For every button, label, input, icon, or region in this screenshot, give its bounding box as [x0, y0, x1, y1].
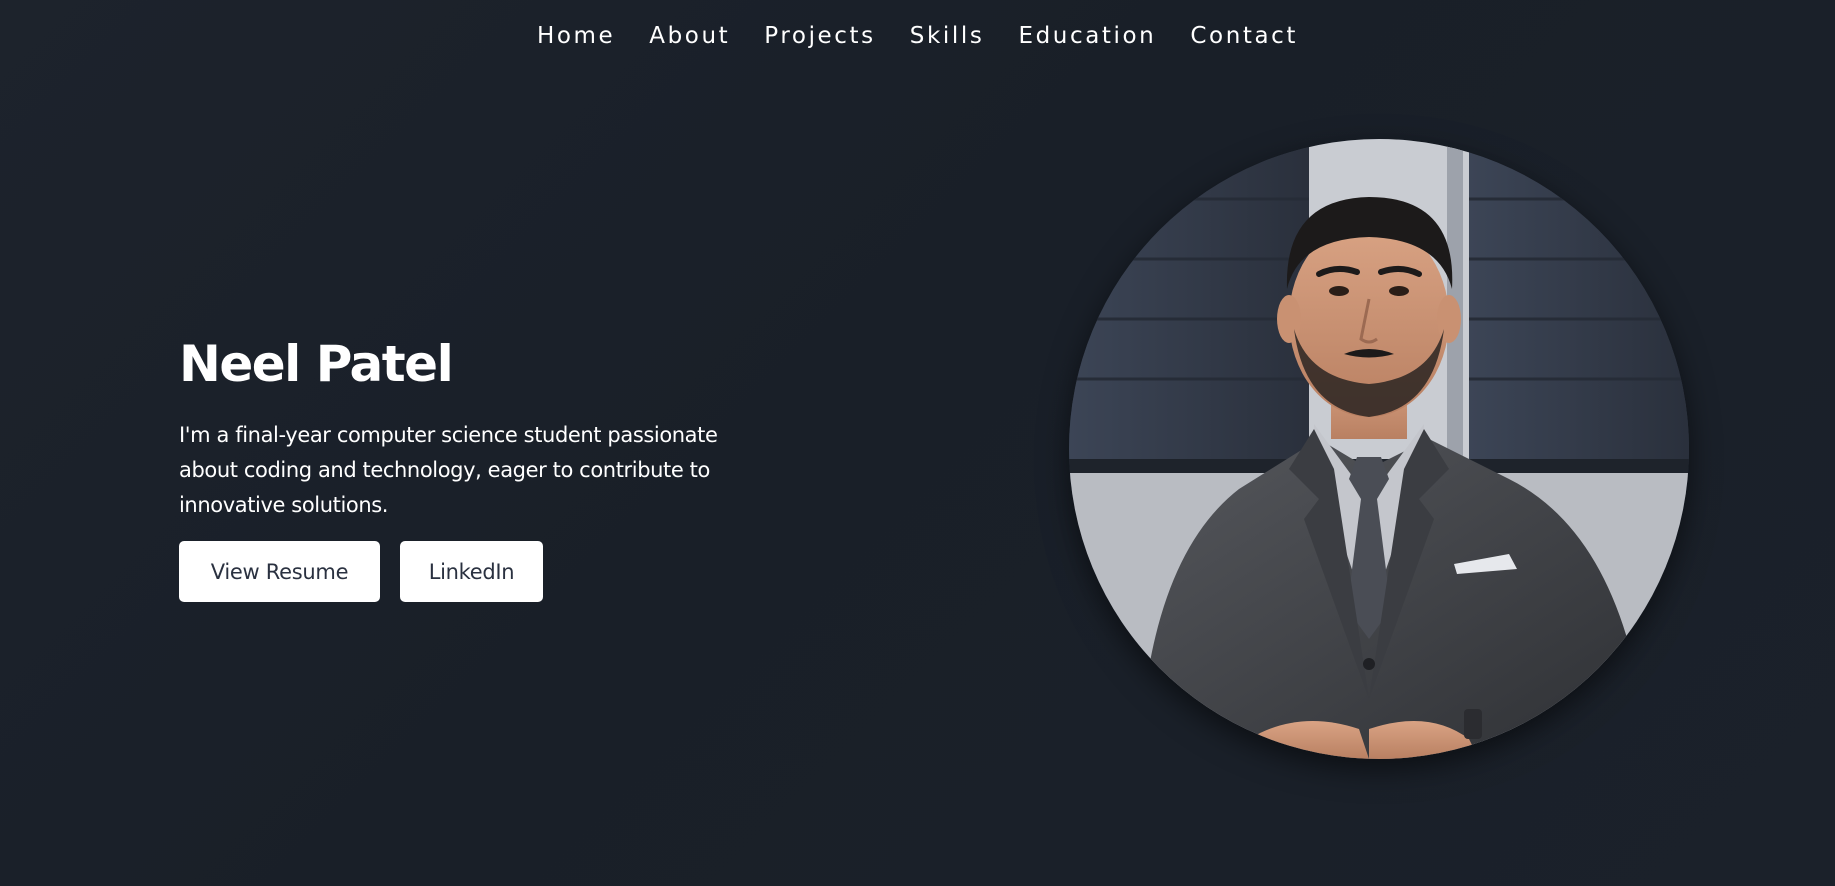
profile-photo [1069, 139, 1689, 759]
nav-contact-link[interactable]: Contact [1190, 18, 1298, 54]
linkedin-button[interactable]: LinkedIn [400, 541, 543, 602]
main-nav: Home About Projects Skills Education Con… [0, 18, 1835, 54]
nav-about-link[interactable]: About [649, 18, 730, 54]
nav-education-link[interactable]: Education [1018, 18, 1156, 54]
hero-description: I'm a final-year computer science studen… [179, 423, 718, 517]
hero-name: Neel Patel [179, 335, 454, 393]
profile-photo-illustration [1069, 139, 1689, 759]
nav-skills-link[interactable]: Skills [910, 18, 985, 54]
nav-home-link[interactable]: Home [537, 18, 615, 54]
view-resume-button[interactable]: View Resume [179, 541, 380, 602]
nav-projects-link[interactable]: Projects [764, 18, 875, 54]
hero-buttons: View Resume LinkedIn [179, 541, 739, 602]
hero-section: Neel Patel I'm a final-year computer sci… [179, 333, 739, 602]
